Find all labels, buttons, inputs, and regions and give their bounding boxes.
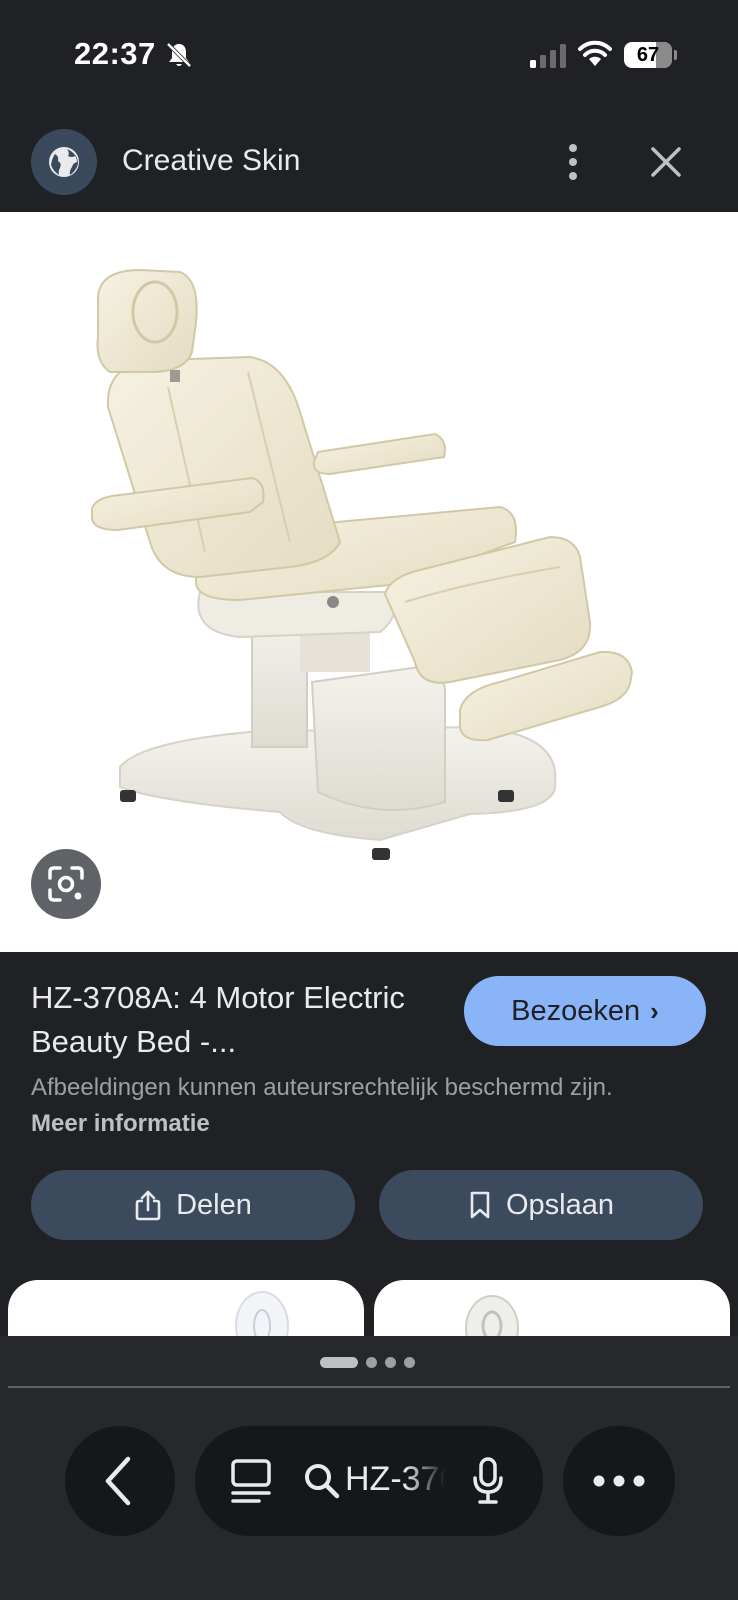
- copyright-notice: Afbeeldingen kunnen auteursrechtelijk be…: [31, 1070, 671, 1142]
- site-name[interactable]: Creative Skin: [122, 144, 300, 178]
- related-image-1[interactable]: [8, 1280, 364, 1336]
- viewer-header: Creative Skin: [0, 108, 738, 212]
- visit-label: Bezoeken: [511, 994, 641, 1027]
- wifi-icon: [578, 40, 612, 66]
- visit-button[interactable]: Bezoeken ›: [464, 976, 706, 1046]
- mic-icon[interactable]: [471, 1456, 505, 1506]
- divider: [8, 1386, 730, 1388]
- bottom-bar: HZ-3708A: [0, 1336, 738, 1600]
- related-image-2[interactable]: [374, 1280, 730, 1336]
- share-button[interactable]: Delen: [31, 1170, 355, 1240]
- site-favicon[interactable]: [31, 129, 97, 195]
- bell-muted-icon: [166, 42, 192, 68]
- back-button[interactable]: [65, 1426, 175, 1536]
- more-options-button[interactable]: [563, 1426, 675, 1536]
- tabs-icon[interactable]: [229, 1458, 273, 1504]
- share-icon: [135, 1190, 161, 1221]
- battery-level: 67: [636, 44, 660, 66]
- pagination-dot: [320, 1356, 358, 1368]
- result-title[interactable]: HZ-3708A: 4 Motor Electric Beauty Bed -.…: [31, 976, 441, 1064]
- product-image[interactable]: [0, 212, 738, 952]
- more-horiz-icon: [593, 1475, 645, 1487]
- globe-icon: [49, 147, 79, 177]
- more-vert-icon[interactable]: [558, 142, 588, 182]
- status-bar: 22:37 67: [0, 0, 738, 108]
- pagination-dot: [404, 1356, 415, 1368]
- pagination-dots: [320, 1356, 415, 1368]
- status-time: 22:37: [74, 36, 156, 71]
- lens-button[interactable]: [31, 849, 101, 919]
- related-thumb-2-art: [465, 1295, 519, 1336]
- beauty-bed-image: [91, 268, 634, 860]
- more-info-link[interactable]: Meer informatie: [31, 1110, 210, 1137]
- share-label: Delen: [176, 1188, 252, 1221]
- save-label: Opslaan: [505, 1188, 614, 1221]
- related-thumb-1-art: [235, 1291, 289, 1336]
- pagination-dot: [385, 1356, 396, 1368]
- search-query[interactable]: HZ-3708A: [345, 1460, 445, 1499]
- pagination-dot: [366, 1356, 377, 1368]
- bookmark-icon: [470, 1191, 490, 1219]
- signal-icon: [530, 44, 566, 68]
- lens-icon: [48, 866, 84, 902]
- search-icon: [305, 1464, 340, 1499]
- copyright-text: Afbeeldingen kunnen auteursrechtelijk be…: [31, 1074, 613, 1101]
- back-icon: [105, 1456, 131, 1506]
- save-button[interactable]: Opslaan: [379, 1170, 703, 1240]
- chevron-right-icon: ›: [650, 995, 659, 1026]
- close-icon[interactable]: [648, 144, 684, 180]
- battery-icon: 67: [624, 40, 677, 68]
- address-bar[interactable]: HZ-3708A: [195, 1426, 543, 1536]
